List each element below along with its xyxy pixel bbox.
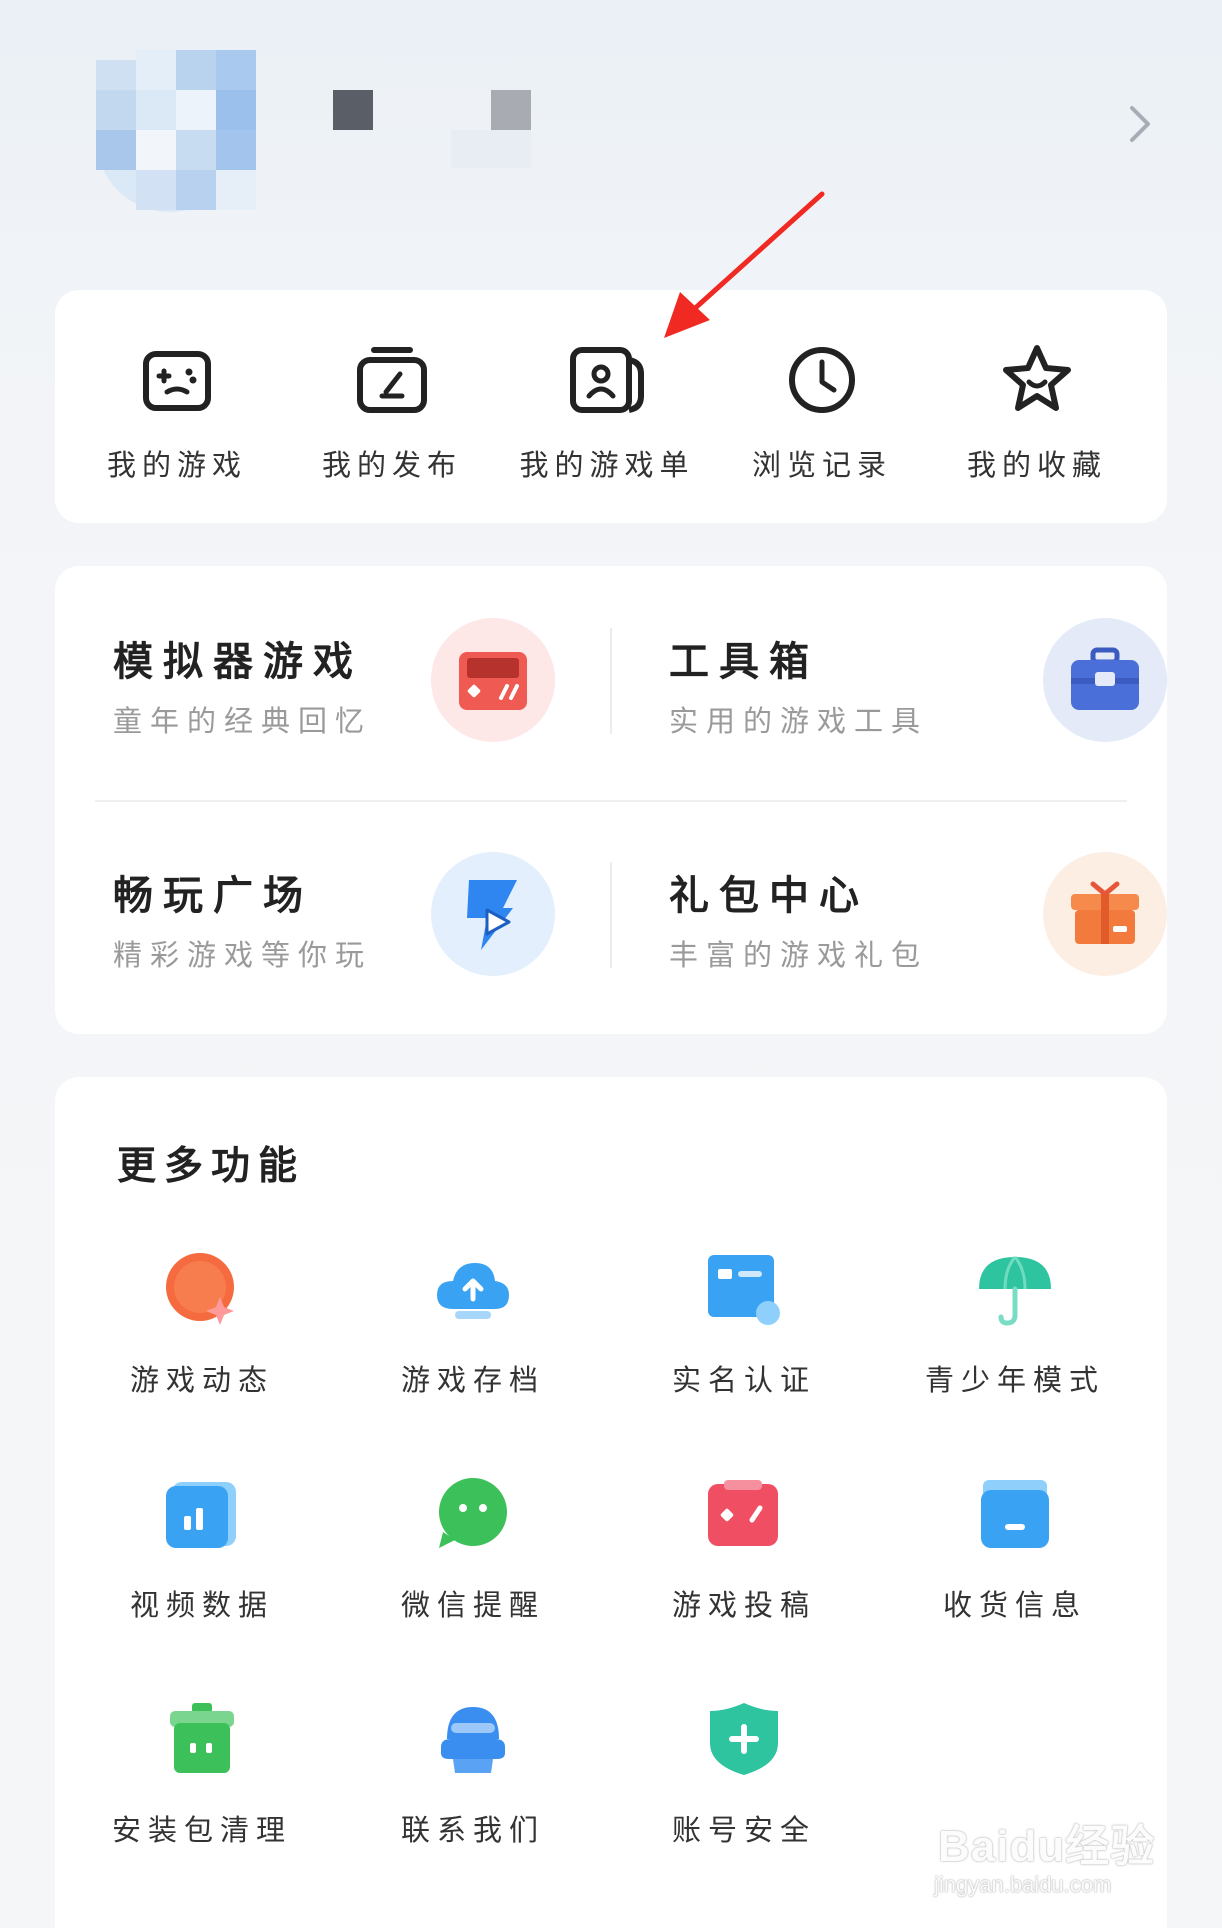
more-label: 游戏投稿 — [671, 1588, 816, 1622]
watermark-url: jingyan.baidu.com — [934, 1872, 1112, 1897]
trash-icon — [170, 1703, 234, 1773]
more-label: 联系我们 — [400, 1813, 545, 1847]
quick-label: 我的游戏 — [106, 448, 247, 482]
more-shipping-info[interactable]: 收货信息 — [880, 1474, 1150, 1644]
avatar[interactable] — [58, 50, 258, 212]
game-submit-icon — [708, 1480, 778, 1546]
emulator-icon — [431, 618, 555, 742]
id-card-icon — [708, 1255, 780, 1325]
customer-service-icon — [441, 1707, 505, 1773]
feature-subtitle: 精彩游戏等你玩 — [113, 938, 373, 972]
quick-history[interactable]: 浏览记录 — [722, 340, 922, 490]
toolbox-icon — [1043, 618, 1167, 742]
more-label: 青少年模式 — [924, 1363, 1105, 1397]
publish-icon — [357, 347, 427, 413]
more-video-data[interactable]: 视频数据 — [67, 1474, 337, 1644]
username-blurred — [491, 90, 531, 130]
more-label: 收货信息 — [942, 1588, 1087, 1622]
more-package-cleanup[interactable]: 安装包清理 — [67, 1699, 337, 1869]
quick-label: 我的发布 — [321, 448, 462, 482]
feature-title: 工具箱 — [669, 638, 819, 685]
quick-label: 我的游戏单 — [519, 448, 695, 482]
quick-label: 浏览记录 — [751, 448, 892, 482]
video-chart-icon — [166, 1482, 236, 1548]
quick-my-games[interactable]: 我的游戏 — [77, 340, 277, 490]
more-contact-us[interactable]: 联系我们 — [338, 1699, 608, 1869]
feature-subtitle: 实用的游戏工具 — [669, 704, 929, 738]
watermark-brand: Baidu经验 — [938, 1822, 1156, 1871]
more-teen-mode[interactable]: 青少年模式 — [880, 1249, 1150, 1419]
more-label: 安装包清理 — [111, 1813, 292, 1847]
shipping-info-icon — [981, 1480, 1049, 1548]
annotation-arrow-icon — [664, 191, 825, 338]
feature-title: 畅玩广场 — [113, 872, 313, 919]
feature-subtitle: 丰富的游戏礼包 — [669, 938, 929, 972]
more-label: 游戏动态 — [129, 1363, 274, 1397]
more-label: 账号安全 — [671, 1813, 816, 1847]
more-real-name-auth[interactable]: 实名认证 — [609, 1249, 879, 1419]
clock-icon — [789, 347, 855, 413]
feature-title: 模拟器游戏 — [113, 638, 363, 685]
username-blurred — [373, 90, 491, 130]
more-wechat-reminder[interactable]: 微信提醒 — [338, 1474, 608, 1644]
chevron-right-icon[interactable] — [1126, 104, 1154, 144]
quick-label: 我的收藏 — [966, 448, 1107, 482]
more-game-submission[interactable]: 游戏投稿 — [609, 1474, 879, 1644]
feature-toolbox[interactable]: 工具箱 实用的游戏工具 — [611, 566, 1167, 766]
feature-subtitle: 童年的经典回忆 — [113, 704, 373, 738]
feature-play-square[interactable]: 畅玩广场 精彩游戏等你玩 — [55, 800, 575, 1000]
more-label: 微信提醒 — [400, 1588, 545, 1622]
play-square-icon — [431, 852, 555, 976]
more-label: 游戏存档 — [400, 1363, 545, 1397]
feature-gift-center[interactable]: 礼包中心 丰富的游戏礼包 — [611, 800, 1167, 1000]
shield-icon — [710, 1703, 778, 1775]
game-list-icon — [570, 347, 644, 413]
username-blurred — [333, 90, 373, 130]
gamepad-icon — [143, 351, 211, 411]
wechat-icon — [439, 1478, 507, 1548]
gift-icon — [1043, 852, 1167, 976]
username-blurred — [451, 130, 531, 168]
section-title: 更多功能 — [117, 1143, 306, 1189]
quick-favorites[interactable]: 我的收藏 — [937, 340, 1137, 490]
quick-my-game-list[interactable]: 我的游戏单 — [507, 340, 707, 490]
feature-emulator-games[interactable]: 模拟器游戏 童年的经典回忆 — [55, 566, 575, 766]
feature-card: 模拟器游戏 童年的经典回忆 工具箱 实用的游戏工具 畅玩广场 精彩游戏等你玩 礼… — [55, 566, 1167, 1034]
profile-header[interactable] — [0, 0, 1222, 270]
more-label: 视频数据 — [129, 1588, 274, 1622]
cloud-upload-icon — [437, 1263, 509, 1319]
star-icon — [1003, 345, 1071, 411]
baidu-jingyan-watermark: Baidu经验 jingyan.baidu.com — [930, 1800, 1170, 1910]
more-game-news[interactable]: 游戏动态 — [67, 1249, 337, 1419]
quick-my-posts[interactable]: 我的发布 — [292, 340, 492, 490]
more-label: 实名认证 — [671, 1363, 816, 1397]
feature-title: 礼包中心 — [669, 872, 869, 919]
quick-actions-card: 我的游戏 我的发布 我的游戏单 浏览记录 我的收藏 — [55, 290, 1167, 523]
game-news-icon — [166, 1253, 234, 1325]
umbrella-icon — [979, 1256, 1051, 1326]
more-game-saves[interactable]: 游戏存档 — [338, 1249, 608, 1419]
more-account-security[interactable]: 账号安全 — [609, 1699, 879, 1869]
